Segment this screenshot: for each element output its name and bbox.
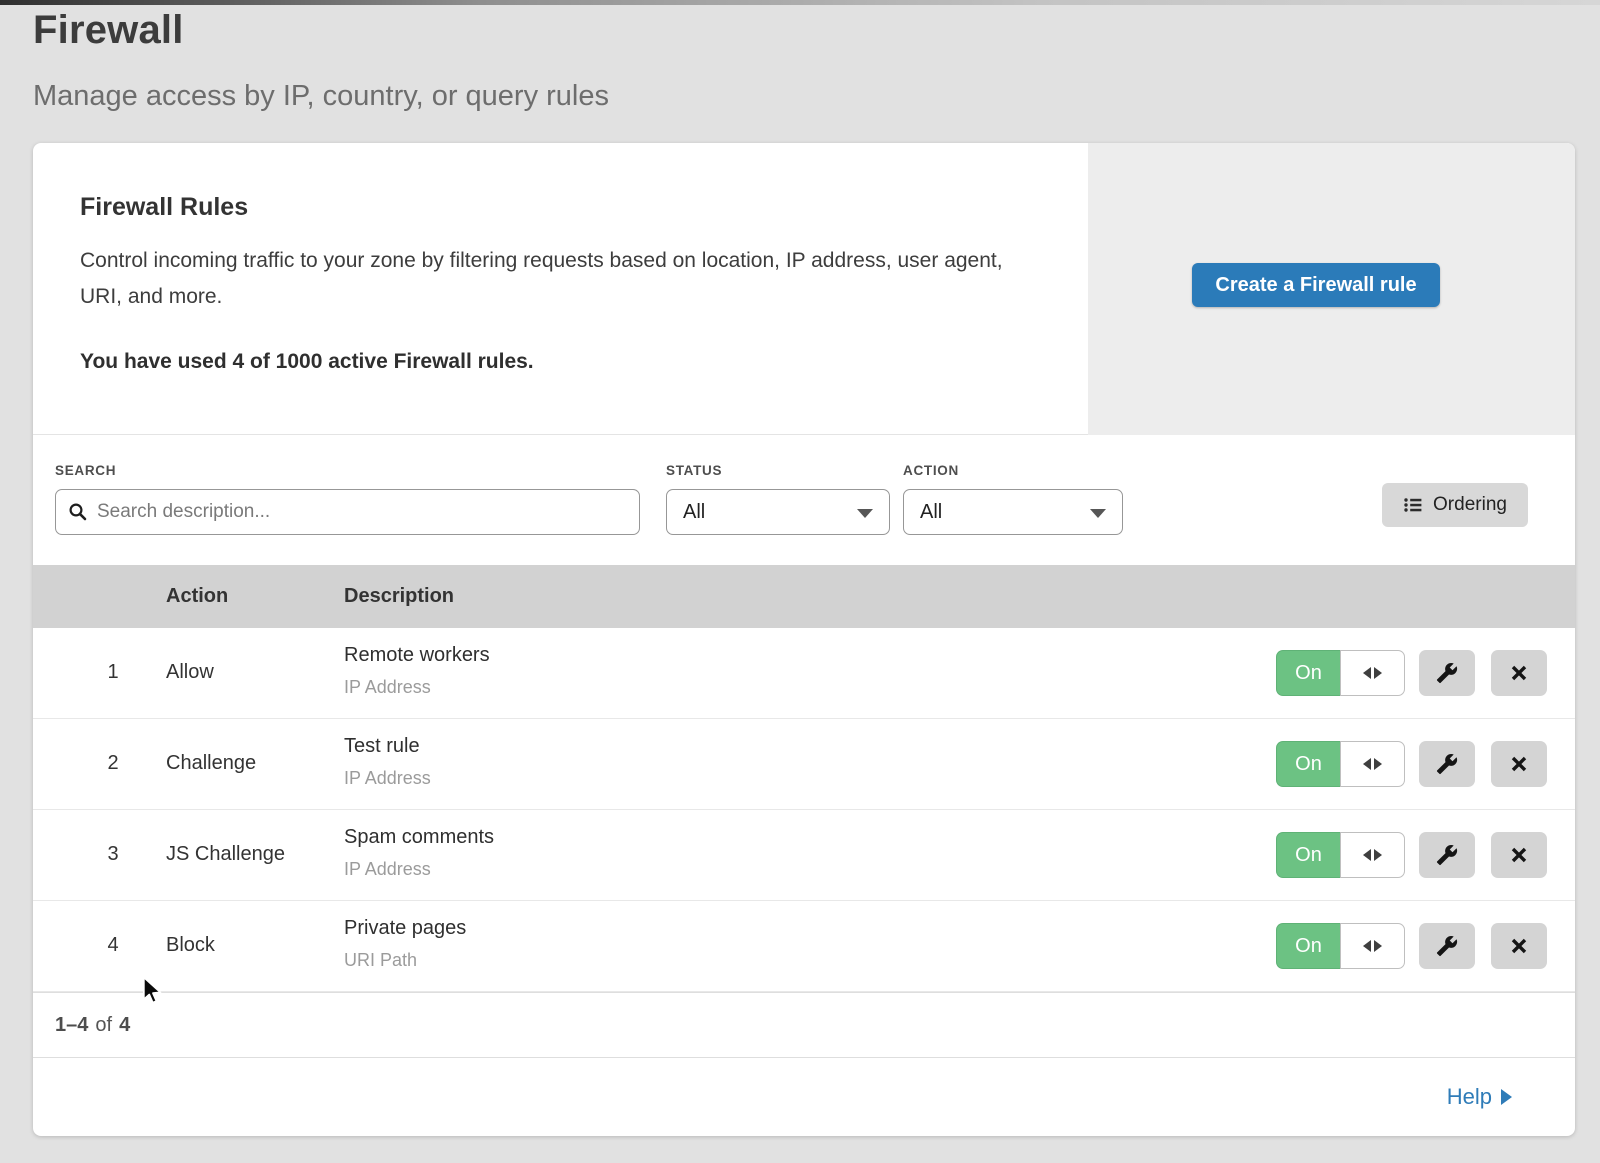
rules-intro-section: Firewall Rules Control incoming traffic … <box>33 143 1575 435</box>
filters-bar: SEARCH STATUS All ACTION All Ordering <box>33 435 1575 565</box>
column-header-action: Action <box>166 585 228 608</box>
rule-action: Allow <box>166 661 214 684</box>
rule-controls: On <box>1276 832 1547 878</box>
help-link[interactable]: Help <box>1447 1084 1512 1110</box>
edit-rule-button[interactable] <box>1419 923 1475 969</box>
rule-match-type: IP Address <box>344 677 431 698</box>
create-firewall-rule-button[interactable]: Create a Firewall rule <box>1192 263 1440 307</box>
edit-rule-button[interactable] <box>1419 650 1475 696</box>
rule-controls: On <box>1276 923 1547 969</box>
wrench-icon <box>1436 753 1458 775</box>
rule-match-type: URI Path <box>344 950 417 971</box>
rule-priority-number: 2 <box>97 752 129 775</box>
arrow-left-icon <box>1363 940 1371 952</box>
close-icon <box>1509 754 1529 774</box>
arrow-right-icon <box>1374 667 1382 679</box>
search-input[interactable] <box>97 501 627 523</box>
rule-priority-number: 3 <box>97 843 129 866</box>
table-row: 4 Block Private pages URI Path On <box>33 901 1575 992</box>
rule-description: Remote workers <box>344 644 490 667</box>
firewall-rules-card: Firewall Rules Control incoming traffic … <box>33 143 1575 1136</box>
edit-rule-button[interactable] <box>1419 741 1475 787</box>
pagination-total: 4 <box>119 1014 130 1037</box>
rule-controls: On <box>1276 650 1547 696</box>
rule-enabled-toggle[interactable]: On <box>1276 832 1405 878</box>
pagination-range: 1–4 <box>55 1014 88 1037</box>
table-body: 1 Allow Remote workers IP Address On <box>33 628 1575 992</box>
search-icon <box>68 502 88 522</box>
wrench-icon <box>1436 844 1458 866</box>
rules-section-description: Control incoming traffic to your zone by… <box>80 243 1030 315</box>
rule-description: Private pages <box>344 917 466 940</box>
toggle-handle-segment[interactable] <box>1340 832 1405 878</box>
action-label: ACTION <box>903 463 959 478</box>
pagination-bar: 1–4 of 4 <box>33 992 1575 1057</box>
close-icon <box>1509 845 1529 865</box>
delete-rule-button[interactable] <box>1491 650 1547 696</box>
action-select[interactable]: All <box>903 489 1123 535</box>
rule-action: Challenge <box>166 752 256 775</box>
arrow-left-icon <box>1363 667 1371 679</box>
table-row: 1 Allow Remote workers IP Address On <box>33 628 1575 719</box>
rules-section-title: Firewall Rules <box>80 193 248 222</box>
rule-description: Test rule <box>344 735 420 758</box>
rule-priority-number: 1 <box>97 661 129 684</box>
close-icon <box>1509 663 1529 683</box>
rule-enabled-toggle[interactable]: On <box>1276 923 1405 969</box>
rules-usage-count: You have used 4 of 1000 active Firewall … <box>80 350 534 374</box>
rule-match-type: IP Address <box>344 768 431 789</box>
arrow-right-icon <box>1374 849 1382 861</box>
arrow-right-icon <box>1374 758 1382 770</box>
create-rule-panel: Create a Firewall rule <box>1088 143 1575 435</box>
toggle-on-segment[interactable]: On <box>1276 741 1340 787</box>
delete-rule-button[interactable] <box>1491 923 1547 969</box>
rule-enabled-toggle[interactable]: On <box>1276 650 1405 696</box>
table-row: 3 JS Challenge Spam comments IP Address … <box>33 810 1575 901</box>
column-header-description: Description <box>344 585 454 608</box>
rule-match-type: IP Address <box>344 859 431 880</box>
rule-controls: On <box>1276 741 1547 787</box>
status-select[interactable]: All <box>666 489 890 535</box>
action-selected-value: All <box>920 501 942 524</box>
rules-intro-text: Firewall Rules Control incoming traffic … <box>33 143 1088 434</box>
page-subtitle: Manage access by IP, country, or query r… <box>33 80 609 113</box>
toggle-on-segment[interactable]: On <box>1276 923 1340 969</box>
wrench-icon <box>1436 662 1458 684</box>
arrow-left-icon <box>1363 849 1371 861</box>
ordering-button[interactable]: Ordering <box>1382 483 1528 527</box>
page-title: Firewall <box>33 8 184 53</box>
toggle-on-segment[interactable]: On <box>1276 832 1340 878</box>
edit-rule-button[interactable] <box>1419 832 1475 878</box>
rule-description: Spam comments <box>344 826 494 849</box>
rule-action: Block <box>166 934 215 957</box>
list-icon <box>1403 495 1423 515</box>
help-bar: Help <box>33 1057 1575 1135</box>
toggle-handle-segment[interactable] <box>1340 741 1405 787</box>
search-label: SEARCH <box>55 463 116 478</box>
chevron-down-icon <box>1090 509 1106 518</box>
window-top-edge <box>0 0 1600 5</box>
search-box[interactable] <box>55 489 640 535</box>
arrow-right-icon <box>1501 1089 1512 1105</box>
delete-rule-button[interactable] <box>1491 741 1547 787</box>
rule-priority-number: 4 <box>97 934 129 957</box>
status-label: STATUS <box>666 463 722 478</box>
status-selected-value: All <box>683 501 705 524</box>
toggle-on-segment[interactable]: On <box>1276 650 1340 696</box>
arrow-left-icon <box>1363 758 1371 770</box>
pagination-of: of <box>95 1014 112 1037</box>
arrow-right-icon <box>1374 940 1382 952</box>
close-icon <box>1509 936 1529 956</box>
table-row: 2 Challenge Test rule IP Address On <box>33 719 1575 810</box>
ordering-button-label: Ordering <box>1433 494 1507 516</box>
rule-action: JS Challenge <box>166 843 285 866</box>
rule-enabled-toggle[interactable]: On <box>1276 741 1405 787</box>
chevron-down-icon <box>857 509 873 518</box>
toggle-handle-segment[interactable] <box>1340 923 1405 969</box>
toggle-handle-segment[interactable] <box>1340 650 1405 696</box>
table-header: Action Description <box>33 565 1575 628</box>
help-link-label: Help <box>1447 1084 1492 1110</box>
wrench-icon <box>1436 935 1458 957</box>
delete-rule-button[interactable] <box>1491 832 1547 878</box>
